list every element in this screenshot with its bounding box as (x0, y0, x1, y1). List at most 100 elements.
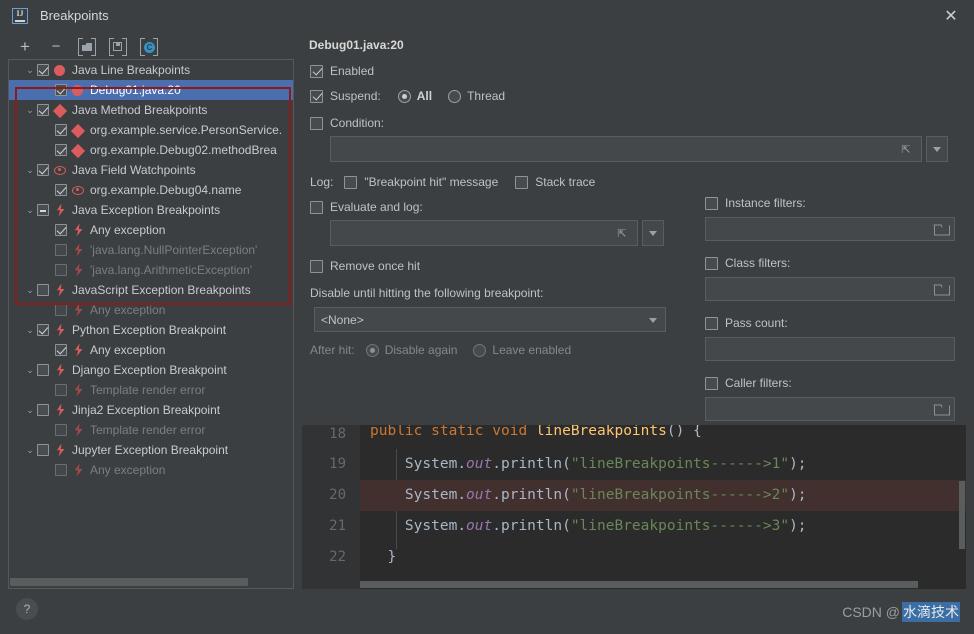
group-by-class-button[interactable] (140, 37, 158, 56)
tree-child-item[interactable]: Any exception (9, 220, 293, 240)
tree-group-item[interactable]: ⌄ Django Exception Breakpoint (9, 360, 293, 380)
editor-gutter[interactable]: 18 19 20 21 22 (302, 425, 360, 589)
remove-once-hit-checkbox[interactable] (310, 259, 323, 273)
help-button[interactable]: ? (16, 598, 38, 620)
evaluate-history-dropdown[interactable] (642, 220, 664, 246)
after-hit-disable-again-radio[interactable] (365, 343, 379, 357)
chevron-down-icon[interactable]: ⌄ (23, 445, 37, 455)
instance-filters-row[interactable]: Instance filters: (705, 196, 955, 210)
evaluate-and-log-checkbox[interactable] (310, 200, 323, 214)
tree-item-checkbox[interactable] (55, 124, 67, 136)
evaluate-input[interactable]: ⇱ (330, 220, 638, 246)
chevron-down-icon[interactable]: ⌄ (23, 325, 37, 335)
disable-until-dropdown[interactable]: <None> (314, 307, 666, 332)
instance-filters-input[interactable] (705, 217, 955, 241)
editor-scrollbar-thumb[interactable] (360, 581, 918, 588)
tree-child-item[interactable]: Any exception (9, 340, 293, 360)
tree-group-item[interactable]: ⌄ Java Line Breakpoints (9, 60, 293, 80)
tree-item-checkbox[interactable] (37, 444, 49, 456)
instance-filters-checkbox[interactable] (705, 196, 718, 210)
caller-filters-input[interactable] (705, 397, 955, 421)
chevron-down-icon[interactable]: ⌄ (23, 365, 37, 375)
expand-icon[interactable]: ⇱ (607, 221, 637, 245)
folder-icon[interactable] (934, 224, 950, 236)
condition-row[interactable]: Condition: (310, 116, 966, 130)
tree-child-item[interactable]: org.example.Debug04.name (9, 180, 293, 200)
tree-child-item[interactable]: 'java.lang.NullPointerException' (9, 240, 293, 260)
after-hit-leave-enabled-radio[interactable] (473, 343, 487, 357)
tree-item-checkbox[interactable] (55, 224, 67, 236)
tree-item-checkbox[interactable] (55, 84, 67, 96)
group-by-type-button[interactable] (109, 37, 127, 56)
tree-child-item[interactable]: Any exception (9, 300, 293, 320)
code-preview[interactable]: 18 19 20 21 22 public static void lineBr… (302, 425, 966, 589)
tree-scrollbar-thumb[interactable] (10, 578, 248, 586)
chevron-down-icon[interactable]: ⌄ (23, 165, 37, 175)
caller-filters-row[interactable]: Caller filters: (705, 376, 955, 390)
tree-item-checkbox[interactable] (37, 404, 49, 416)
tree-child-item[interactable]: 'java.lang.ArithmeticException' (9, 260, 293, 280)
class-filters-input[interactable] (705, 277, 955, 301)
tree-group-item[interactable]: ⌄ Jupyter Exception Breakpoint (9, 440, 293, 460)
tree-item-checkbox[interactable] (55, 424, 67, 436)
editor-horizontal-scrollbar[interactable] (360, 580, 966, 589)
caller-filters-checkbox[interactable] (705, 376, 718, 390)
tree-item-checkbox[interactable] (55, 384, 67, 396)
tree-group-item[interactable]: ⌄ Java Method Breakpoints (9, 100, 293, 120)
tree-item-checkbox[interactable] (37, 204, 49, 216)
condition-input[interactable]: ⇱ (330, 136, 922, 162)
tree-item-checkbox[interactable] (37, 324, 49, 336)
log-stack-trace-checkbox[interactable] (515, 175, 529, 189)
tree-item-checkbox[interactable] (37, 164, 49, 176)
tree-group-item[interactable]: ⌄ Jinja2 Exception Breakpoint (9, 400, 293, 420)
tree-horizontal-scrollbar[interactable] (10, 577, 292, 587)
condition-checkbox[interactable] (310, 116, 323, 130)
tree-item-checkbox[interactable] (37, 284, 49, 296)
suspend-all-radio[interactable] (397, 89, 411, 103)
tree-child-item[interactable]: Template render error (9, 380, 293, 400)
remove-breakpoint-button[interactable] (47, 37, 65, 55)
tree-item-checkbox[interactable] (55, 144, 67, 156)
chevron-down-icon[interactable]: ⌄ (23, 105, 37, 115)
suspend-checkbox[interactable] (310, 89, 323, 103)
close-icon[interactable]: ✕ (928, 0, 974, 31)
editor-text[interactable]: public static void lineBreakpoints() { S… (360, 425, 966, 589)
condition-history-dropdown[interactable] (926, 136, 948, 162)
tree-group-item[interactable]: ⌄ JavaScript Exception Breakpoints (9, 280, 293, 300)
tree-item-checkbox[interactable] (55, 264, 67, 276)
add-breakpoint-button[interactable] (16, 37, 34, 55)
enabled-row[interactable]: Enabled (310, 64, 966, 78)
pass-count-row[interactable]: Pass count: (705, 316, 955, 330)
suspend-thread-radio[interactable] (448, 89, 462, 103)
class-filters-row[interactable]: Class filters: (705, 256, 955, 270)
tree-child-item[interactable]: org.example.service.PersonService. (9, 120, 293, 140)
pass-count-input[interactable] (705, 337, 955, 361)
tree-item-checkbox[interactable] (37, 364, 49, 376)
tree-item-checkbox[interactable] (55, 464, 67, 476)
enabled-checkbox[interactable] (310, 64, 323, 78)
suspend-row[interactable]: Suspend: All Thread (310, 89, 966, 103)
tree-item-checkbox[interactable] (55, 344, 67, 356)
chevron-down-icon[interactable]: ⌄ (23, 205, 37, 215)
tree-group-item[interactable]: ⌄ Java Exception Breakpoints (9, 200, 293, 220)
tree-group-item[interactable]: ⌄ Java Field Watchpoints (9, 160, 293, 180)
tree-item-checkbox[interactable] (37, 64, 49, 76)
tree-item-checkbox[interactable] (55, 244, 67, 256)
editor-vertical-scrollbar[interactable] (959, 481, 965, 549)
tree-child-item[interactable]: Template render error (9, 420, 293, 440)
chevron-down-icon[interactable]: ⌄ (23, 285, 37, 295)
chevron-down-icon[interactable]: ⌄ (23, 65, 37, 75)
pass-count-checkbox[interactable] (705, 316, 718, 330)
folder-icon[interactable] (934, 284, 950, 296)
tree-item-checkbox[interactable] (55, 304, 67, 316)
group-by-file-button[interactable] (78, 37, 96, 56)
chevron-down-icon[interactable]: ⌄ (23, 405, 37, 415)
tree-item-checkbox[interactable] (37, 104, 49, 116)
tree-child-item[interactable]: org.example.Debug02.methodBrea (9, 140, 293, 160)
breakpoints-tree[interactable]: ⌄ Java Line Breakpoints Debug01.java:20 ⌄ Ja… (8, 59, 294, 589)
expand-icon[interactable]: ⇱ (891, 137, 921, 161)
tree-child-item[interactable]: Debug01.java:20 (9, 80, 293, 100)
log-breakpoint-hit-checkbox[interactable] (344, 175, 358, 189)
tree-child-item[interactable]: Any exception (9, 460, 293, 480)
tree-group-item[interactable]: ⌄ Python Exception Breakpoint (9, 320, 293, 340)
